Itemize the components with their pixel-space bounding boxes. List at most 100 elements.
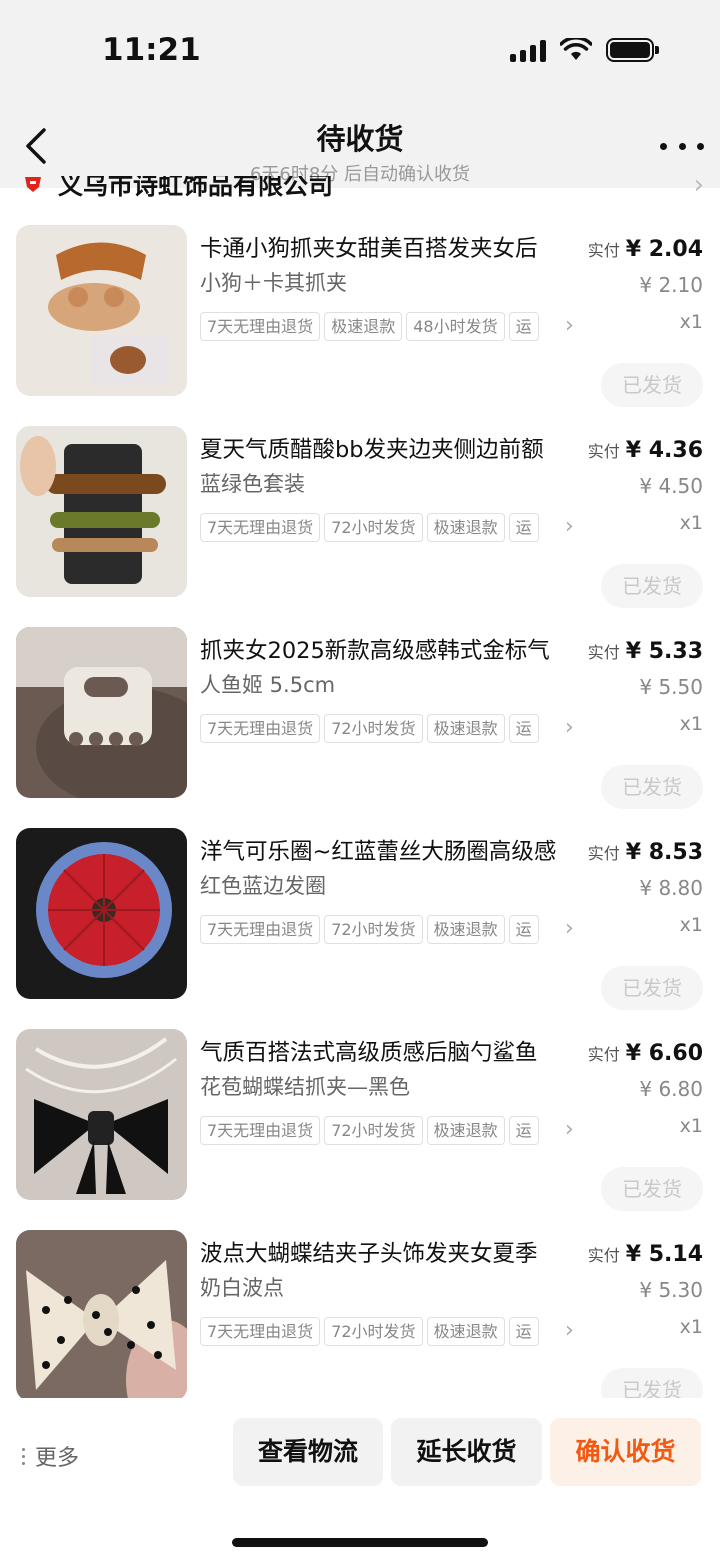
chevron-right-icon[interactable]: › — [565, 1117, 574, 1142]
service-tags: 7天无理由退货 极速退款 48小时发货运 — [200, 312, 576, 342]
tag-freight: 运 — [508, 714, 539, 743]
product-image[interactable] — [16, 627, 187, 798]
service-tags: 7天无理由退货 72小时发货 极速退款运 — [200, 513, 576, 543]
service-tags: 7天无理由退货 72小时发货 极速退款运 — [200, 714, 576, 744]
tag-shipping: 48小时发货 — [406, 312, 505, 341]
more-options-icon[interactable] — [660, 134, 704, 158]
quantity: x1 — [679, 311, 703, 333]
tag-shipping: 72小时发货 — [324, 513, 423, 542]
more-actions-button[interactable]: 更多 — [22, 1440, 79, 1472]
product-variant: 花苞蝴蝶结抓夹—黑色 — [200, 1075, 410, 1099]
product-variant: 奶白波点 — [200, 1276, 284, 1300]
battery-icon — [606, 38, 659, 62]
tag-return: 7天无理由退货 — [200, 513, 321, 542]
product-image[interactable] — [16, 1029, 187, 1200]
order-item[interactable]: 卡通小狗抓夹女甜美百搭发夹女后 小狗＋卡其抓夹 7天无理由退货 极速退款 48小时发… — [0, 225, 720, 425]
paid-price: 实付 ¥ 5.33 — [588, 639, 703, 664]
price-value: ¥ 4.36 — [625, 438, 703, 463]
shipped-status-button: 已发货 — [601, 564, 703, 608]
tag-return: 7天无理由退货 — [200, 1116, 321, 1145]
product-variant: 小狗＋卡其抓夹 — [200, 271, 347, 295]
chevron-right-icon[interactable]: › — [565, 1318, 574, 1343]
quantity: x1 — [679, 713, 703, 735]
tag-refund: 极速退款 — [426, 1317, 505, 1346]
product-image[interactable] — [16, 1230, 187, 1401]
tag-refund: 极速退款 — [324, 312, 403, 341]
original-price: ¥ 8.80 — [639, 876, 703, 900]
product-image[interactable] — [16, 426, 187, 597]
paid-price: 实付 ¥ 8.53 — [588, 840, 703, 865]
price-value: ¥ 8.53 — [625, 840, 703, 865]
status-time: 11:21 — [102, 32, 201, 68]
original-price: ¥ 6.80 — [639, 1077, 703, 1101]
page-title: 待收货 — [316, 122, 404, 156]
original-price: ¥ 2.10 — [639, 273, 703, 297]
tag-freight: 运 — [508, 1317, 539, 1346]
service-tags: 7天无理由退货 72小时发货 极速退款运 — [200, 1317, 576, 1347]
price-prefix: 实付 — [587, 241, 620, 260]
order-item[interactable]: 洋气可乐圈~红蓝蕾丝大肠圈高级感 红色蓝边发圈 7天无理由退货 72小时发货 极速退… — [0, 828, 720, 1028]
price-value: ¥ 5.14 — [625, 1242, 703, 1267]
extend-receipt-button[interactable]: 延长收货 — [391, 1418, 542, 1486]
shipped-status-button: 已发货 — [601, 966, 703, 1010]
paid-price: 实付 ¥ 4.36 — [588, 438, 703, 463]
product-image[interactable] — [16, 828, 187, 999]
tag-return: 7天无理由退货 — [200, 1317, 321, 1346]
tag-shipping: 72小时发货 — [324, 1116, 423, 1145]
product-image[interactable] — [16, 225, 187, 396]
price-prefix: 实付 — [587, 643, 620, 662]
product-title: 抓夹女2025新款高级感韩式金标气 — [200, 638, 550, 664]
price-prefix: 实付 — [587, 1045, 620, 1064]
shop-header[interactable]: 义乌市诗虹饰品有限公司 › — [0, 176, 720, 206]
status-bar: 11:21 — [0, 0, 720, 100]
paid-price: 实付 ¥ 2.04 — [588, 237, 703, 262]
tag-return: 7天无理由退货 — [200, 714, 321, 743]
wifi-icon — [560, 38, 592, 60]
chevron-right-icon[interactable]: › — [565, 715, 574, 740]
cellular-signal-icon — [510, 38, 546, 62]
shop-logo-icon — [25, 177, 41, 192]
product-title: 洋气可乐圈~红蓝蕾丝大肠圈高级感 — [200, 839, 557, 865]
tag-return: 7天无理由退货 — [200, 312, 321, 341]
price-value: ¥ 6.60 — [625, 1041, 703, 1066]
quantity: x1 — [679, 914, 703, 936]
chevron-right-icon[interactable]: › — [565, 916, 574, 941]
paid-price: 实付 ¥ 5.14 — [588, 1242, 703, 1267]
product-title: 波点大蝴蝶结夹子头饰发夹女夏季 — [200, 1241, 538, 1267]
view-logistics-button[interactable]: 查看物流 — [233, 1418, 383, 1486]
price-prefix: 实付 — [587, 1246, 620, 1265]
shipped-status-button: 已发货 — [601, 363, 703, 407]
tag-refund: 极速退款 — [426, 915, 505, 944]
tag-refund: 极速退款 — [426, 513, 505, 542]
home-indicator — [232, 1538, 488, 1547]
tag-freight: 运 — [508, 312, 539, 341]
order-item[interactable]: 抓夹女2025新款高级感韩式金标气 人鱼姬 5.5cm 7天无理由退货 72小时发… — [0, 627, 720, 827]
shipped-status-button: 已发货 — [601, 1167, 703, 1211]
paid-price: 实付 ¥ 6.60 — [588, 1041, 703, 1066]
chevron-right-icon[interactable]: › — [565, 313, 574, 338]
original-price: ¥ 5.30 — [639, 1278, 703, 1302]
confirm-receipt-button[interactable]: 确认收货 — [550, 1418, 701, 1486]
status-icons — [510, 38, 659, 62]
price-prefix: 实付 — [587, 442, 620, 461]
product-title: 夏天气质醋酸bb发夹边夹侧边前额 — [200, 437, 544, 463]
tag-refund: 极速退款 — [426, 714, 505, 743]
service-tags: 7天无理由退货 72小时发货 极速退款运 — [200, 1116, 576, 1146]
shop-name: 义乌市诗虹饰品有限公司 — [58, 176, 334, 200]
chevron-right-icon: › — [693, 176, 704, 200]
quantity: x1 — [679, 1115, 703, 1137]
chevron-right-icon[interactable]: › — [565, 514, 574, 539]
order-item[interactable]: 夏天气质醋酸bb发夹边夹侧边前额 蓝绿色套装 7天无理由退货 72小时发货 极速退款… — [0, 426, 720, 626]
tag-freight: 运 — [508, 1116, 539, 1145]
product-title: 气质百搭法式高级质感后脑勺鲨鱼 — [200, 1040, 538, 1066]
nav-bar: 待收货 6天6时8分 后自动确认收货 — [0, 100, 720, 188]
order-item[interactable]: 气质百搭法式高级质感后脑勺鲨鱼 花苞蝴蝶结抓夹—黑色 7天无理由退货 72小时发货… — [0, 1029, 720, 1229]
tag-freight: 运 — [508, 915, 539, 944]
more-vertical-icon — [22, 1447, 25, 1465]
product-variant: 蓝绿色套装 — [200, 472, 305, 496]
quantity: x1 — [679, 1316, 703, 1338]
tag-freight: 运 — [508, 513, 539, 542]
product-variant: 红色蓝边发圈 — [200, 874, 326, 898]
shipped-status-button: 已发货 — [601, 765, 703, 809]
original-price: ¥ 4.50 — [639, 474, 703, 498]
